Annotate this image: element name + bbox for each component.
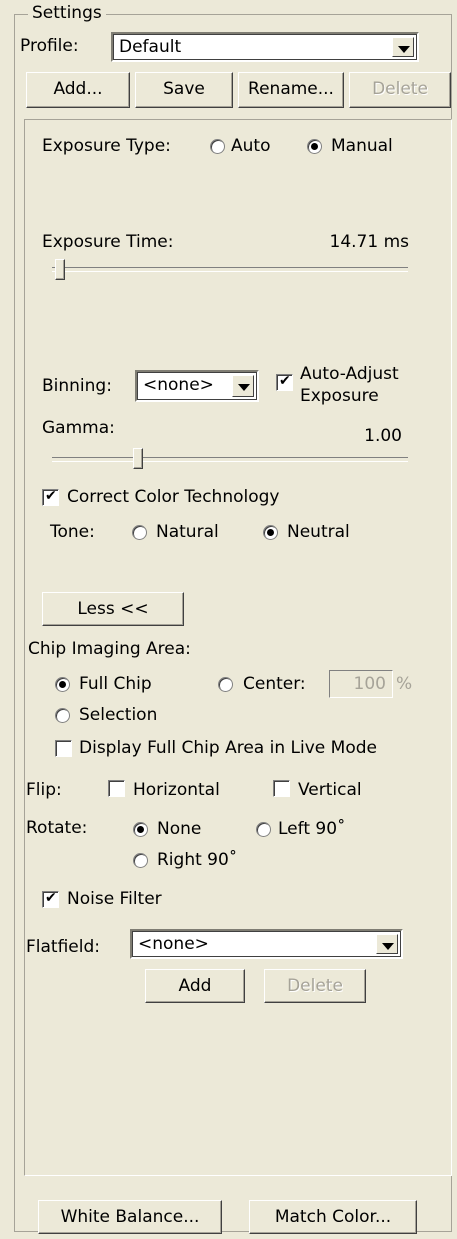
profile-label: Profile:	[20, 36, 79, 56]
center-radio[interactable]	[218, 677, 233, 692]
rename-profile-button[interactable]: Rename...	[238, 72, 344, 108]
flip-vertical-checkbox[interactable]	[273, 780, 290, 797]
display-full-chip-label: Display Full Chip Area in Live Mode	[79, 738, 377, 758]
gamma-slider-track[interactable]	[52, 457, 408, 462]
exposure-time-value: 14.71 ms	[329, 232, 410, 252]
gamma-value: 1.00	[364, 426, 402, 446]
percent-unit: %	[396, 674, 413, 694]
chip-area-label: Chip Imaging Area:	[28, 639, 191, 659]
full-chip-radio[interactable]	[55, 677, 70, 692]
exposure-type-label: Exposure Type:	[42, 136, 171, 156]
white-balance-button[interactable]: White Balance...	[38, 1200, 222, 1234]
noise-filter-checkbox[interactable]	[42, 890, 59, 908]
flatfield-dropdown[interactable]: <none>	[130, 929, 403, 959]
noise-filter-label: Noise Filter	[67, 889, 162, 909]
exposure-time-slider-track[interactable]	[52, 267, 408, 272]
auto-adjust-label-line2: Exposure	[300, 386, 379, 406]
display-full-chip-checkbox[interactable]	[55, 740, 72, 757]
full-chip-label: Full Chip	[79, 674, 152, 694]
exposure-manual-radio[interactable]	[307, 139, 322, 154]
rotate-none-radio[interactable]	[133, 822, 148, 837]
rotate-right-radio[interactable]	[133, 853, 148, 868]
profile-dropdown[interactable]: Default	[111, 32, 419, 62]
correct-color-label: Correct Color Technology	[67, 487, 280, 507]
chevron-down-icon[interactable]	[392, 37, 414, 57]
exposure-time-label: Exposure Time:	[42, 232, 174, 252]
exposure-auto-radio[interactable]	[210, 139, 225, 154]
flatfield-delete-button[interactable]: Delete	[264, 969, 366, 1003]
delete-profile-button[interactable]: Delete	[349, 72, 451, 108]
flip-vertical-label: Vertical	[298, 780, 362, 800]
match-color-button[interactable]: Match Color...	[249, 1200, 417, 1234]
flip-label: Flip:	[26, 780, 62, 800]
chevron-down-icon[interactable]	[376, 934, 398, 954]
flatfield-label: Flatfield:	[26, 937, 100, 957]
save-profile-button[interactable]: Save	[135, 72, 233, 108]
selection-radio[interactable]	[55, 708, 70, 723]
tone-neutral-radio[interactable]	[263, 525, 278, 540]
flatfield-value: <none>	[138, 934, 209, 954]
rotate-left-label: Left 90˚	[278, 819, 346, 839]
chevron-down-icon[interactable]	[232, 375, 254, 397]
binning-label: Binning:	[42, 376, 112, 396]
less-button[interactable]: Less <<	[42, 592, 184, 626]
exposure-auto-label: Auto	[231, 136, 271, 156]
flip-horizontal-checkbox[interactable]	[108, 780, 125, 797]
rotate-left-radio[interactable]	[256, 822, 271, 837]
correct-color-checkbox[interactable]	[42, 488, 59, 506]
tone-natural-radio[interactable]	[132, 525, 147, 540]
auto-adjust-exposure-checkbox[interactable]	[276, 373, 293, 391]
exposure-time-slider-thumb[interactable]	[55, 259, 65, 280]
auto-adjust-label-line1: Auto-Adjust	[300, 364, 399, 384]
tone-natural-label: Natural	[156, 522, 219, 542]
profile-value: Default	[119, 37, 182, 57]
gamma-slider-thumb[interactable]	[133, 448, 143, 469]
flip-horizontal-label: Horizontal	[133, 780, 220, 800]
flatfield-add-button[interactable]: Add	[145, 969, 245, 1003]
tone-label: Tone:	[50, 522, 95, 542]
center-percent-input[interactable]: 100	[329, 670, 393, 698]
settings-group-title: Settings	[28, 3, 106, 23]
rotate-right-label: Right 90˚	[157, 850, 238, 870]
tone-neutral-label: Neutral	[287, 522, 350, 542]
binning-value: <none>	[143, 375, 214, 395]
rotate-label: Rotate:	[26, 818, 88, 838]
selection-label: Selection	[79, 705, 158, 725]
exposure-manual-label: Manual	[331, 136, 393, 156]
binning-dropdown[interactable]: <none>	[135, 370, 259, 402]
rotate-none-label: None	[157, 819, 202, 839]
add-profile-button[interactable]: Add...	[26, 72, 130, 108]
center-label: Center:	[243, 674, 306, 694]
gamma-label: Gamma:	[42, 418, 115, 438]
